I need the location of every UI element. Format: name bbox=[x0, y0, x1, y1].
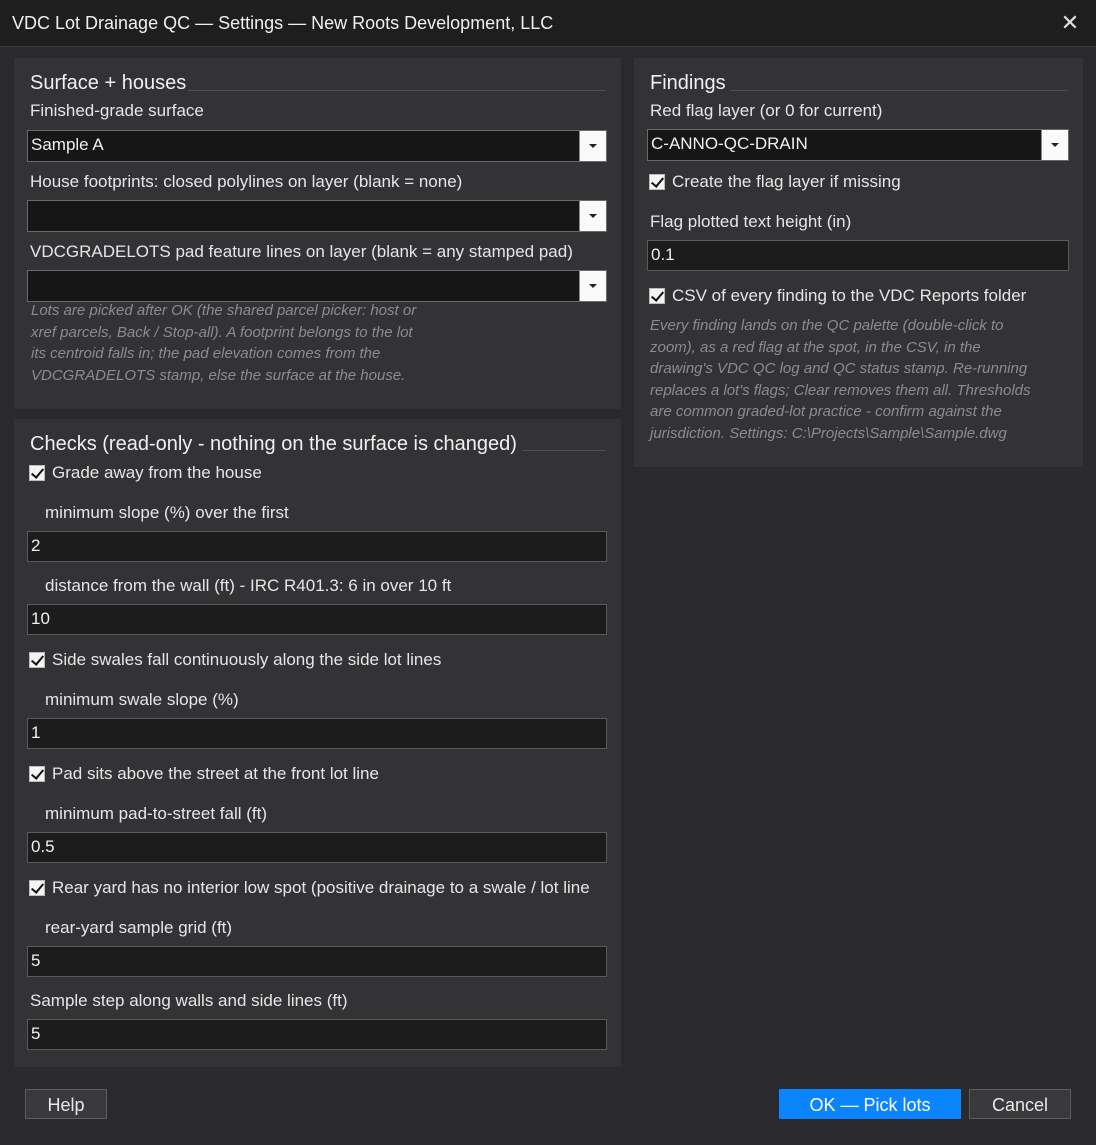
footprints-layer-combo[interactable] bbox=[27, 200, 607, 232]
note-line: Every finding lands on the QC palette (d… bbox=[650, 317, 1004, 334]
finished-grade-label: Finished-grade surface bbox=[30, 101, 204, 120]
pad-layer-combo[interactable] bbox=[27, 270, 607, 302]
rear-yard-label-clip: Rear yard has no interior low spot (posi… bbox=[52, 878, 621, 900]
findings-title-rule bbox=[730, 90, 1068, 91]
note-line: jurisdiction. Settings: C:\Projects\Samp… bbox=[650, 424, 1007, 442]
finished-grade-value: Sample A bbox=[31, 135, 104, 154]
title-bar: VDC Lot Drainage QC — Settings — New Roo… bbox=[0, 0, 1096, 47]
csv-checkbox[interactable] bbox=[649, 288, 665, 304]
note-line: drawing's VDC QC log and QC status stamp… bbox=[650, 360, 1028, 377]
pad-layer-label: VDCGRADELOTS pad feature lines on layer … bbox=[30, 242, 573, 261]
findings-note: Every finding lands on the QC palette (d… bbox=[650, 315, 1031, 444]
cancel-button[interactable]: Cancel bbox=[969, 1089, 1071, 1119]
surface-note: Lots are picked after OK (the shared par… bbox=[31, 300, 416, 386]
min-swale-input[interactable]: 1 bbox=[27, 718, 607, 749]
chevron-down-icon[interactable] bbox=[579, 131, 606, 161]
pad-above-label[interactable]: Pad sits above the street at the front l… bbox=[52, 764, 379, 784]
sample-step-label: Sample step along walls and side lines (… bbox=[30, 991, 348, 1010]
grade-away-checkbox[interactable] bbox=[29, 465, 45, 481]
rear-yard-checkbox[interactable] bbox=[29, 880, 45, 896]
flag-layer-label: Red flag layer (or 0 for current) bbox=[650, 101, 883, 120]
side-swales-checkbox[interactable] bbox=[29, 652, 45, 668]
chevron-down-icon[interactable] bbox=[1041, 130, 1068, 160]
chevron-down-icon[interactable] bbox=[579, 271, 606, 301]
rear-grid-input[interactable]: 5 bbox=[27, 946, 607, 977]
help-button[interactable]: Help bbox=[25, 1089, 107, 1119]
surface-title-rule bbox=[188, 90, 606, 91]
rear-grid-label: rear-yard sample grid (ft) bbox=[45, 918, 233, 937]
grade-away-label[interactable]: Grade away from the house bbox=[52, 463, 262, 483]
finished-grade-combo[interactable]: Sample A bbox=[27, 130, 607, 162]
create-layer-label[interactable]: Create the flag layer if missing bbox=[672, 172, 901, 192]
rear-yard-label[interactable]: Rear yard has no interior low spot (posi… bbox=[52, 878, 590, 898]
note-line: Lots are picked after OK (the shared par… bbox=[31, 302, 417, 319]
footprints-label: House footprints: closed polylines on la… bbox=[30, 172, 463, 191]
ok-pick-lots-button[interactable]: OK — Pick lots bbox=[779, 1089, 961, 1119]
min-slope-label: minimum slope (%) over the first bbox=[45, 503, 289, 522]
window-title: VDC Lot Drainage QC — Settings — New Roo… bbox=[12, 13, 554, 33]
checks-group-title: Checks (read-only - nothing on the surfa… bbox=[30, 433, 517, 455]
flag-layer-combo[interactable]: C-ANNO-QC-DRAIN bbox=[647, 129, 1069, 161]
text-height-input[interactable]: 0.1 bbox=[647, 240, 1069, 271]
note-line: its centroid falls in; the pad elevation… bbox=[31, 345, 381, 362]
note-line: are common graded-lot practice - confirm… bbox=[650, 403, 1002, 420]
create-layer-checkbox[interactable] bbox=[649, 174, 665, 190]
findings-group-title: Findings bbox=[650, 72, 726, 94]
side-swales-label[interactable]: Side swales fall continuously along the … bbox=[52, 650, 441, 670]
note-line: replaces a lot's flags; Clear removes th… bbox=[650, 381, 1031, 399]
min-slope-input[interactable]: 2 bbox=[27, 531, 607, 562]
distance-label: distance from the wall (ft) - IRC R401.3… bbox=[45, 576, 452, 595]
note-line: xref parcels, Back / Stop-all). A footpr… bbox=[31, 323, 413, 341]
checks-title-rule bbox=[522, 450, 606, 451]
surface-group-title: Surface + houses bbox=[30, 72, 187, 94]
min-pad-fall-input[interactable]: 0.5 bbox=[27, 832, 607, 863]
min-pad-fall-label: minimum pad-to-street fall (ft) bbox=[45, 804, 267, 823]
note-line: VDCGRADELOTS stamp, else the surface at … bbox=[31, 366, 406, 384]
text-height-label: Flag plotted text height (in) bbox=[650, 212, 852, 231]
close-icon[interactable]: ✕ bbox=[1052, 6, 1088, 40]
pad-above-checkbox[interactable] bbox=[29, 766, 45, 782]
distance-input[interactable]: 10 bbox=[27, 604, 607, 635]
sample-step-input[interactable]: 5 bbox=[27, 1019, 607, 1050]
flag-layer-value: C-ANNO-QC-DRAIN bbox=[651, 134, 808, 153]
chevron-down-icon[interactable] bbox=[579, 201, 606, 231]
csv-label[interactable]: CSV of every finding to the VDC Reports … bbox=[672, 286, 1026, 306]
note-line: zoom), as a red flag at the spot, in the… bbox=[650, 338, 981, 356]
min-swale-label: minimum swale slope (%) bbox=[45, 690, 239, 709]
